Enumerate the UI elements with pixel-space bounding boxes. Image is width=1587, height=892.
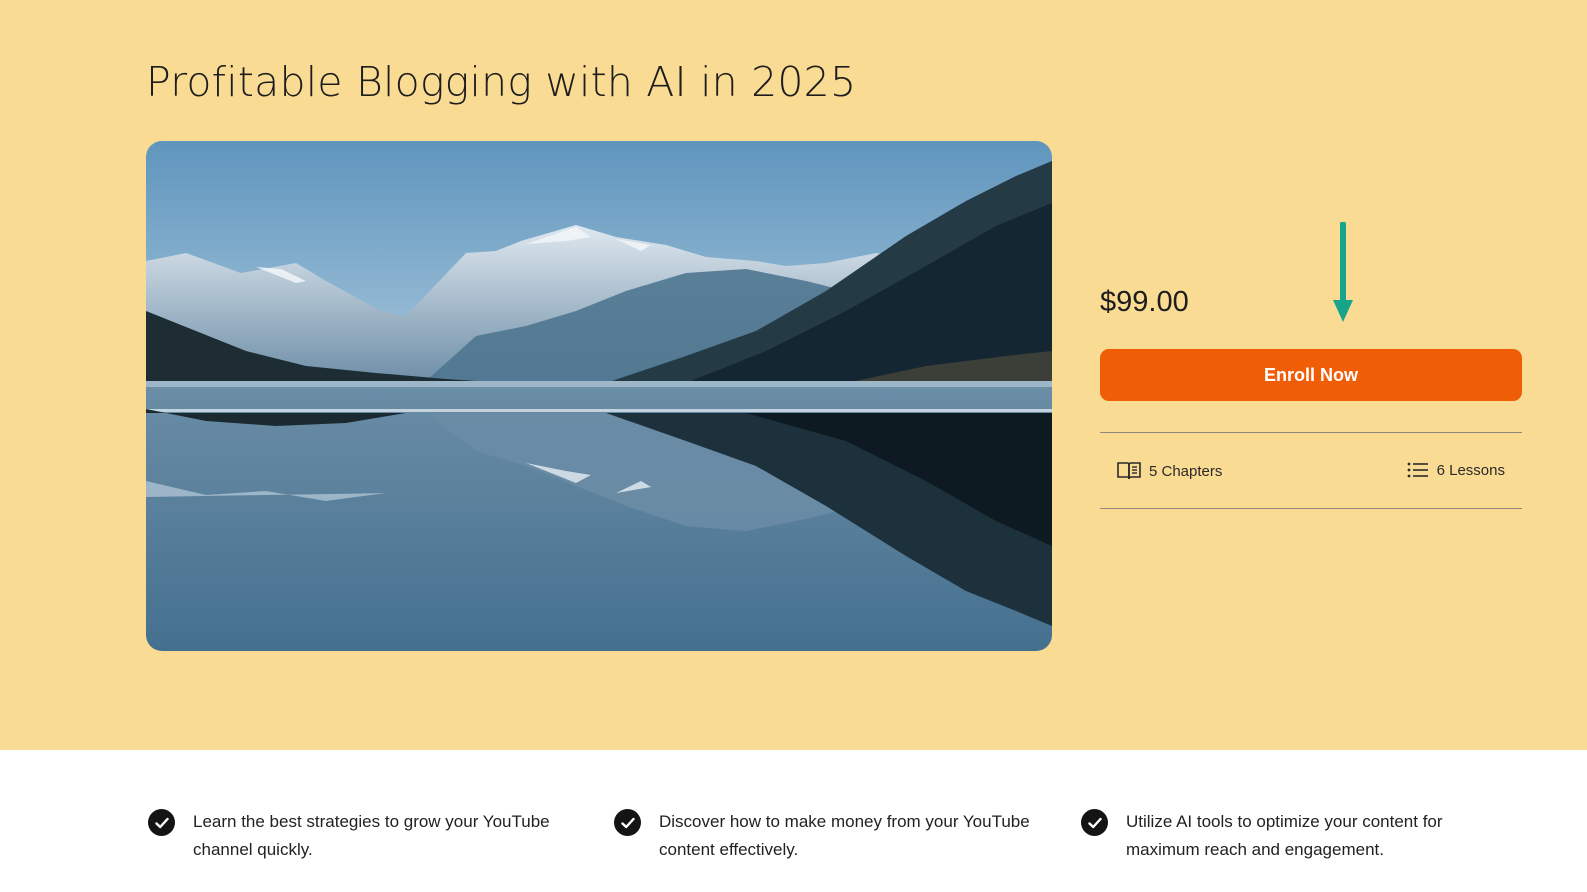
down-arrow-icon [1333, 222, 1353, 322]
course-cover-image [146, 141, 1052, 651]
check-circle-icon [1081, 809, 1108, 836]
course-price: $99.00 [1100, 286, 1189, 318]
enroll-now-button[interactable]: Enroll Now [1100, 349, 1522, 401]
benefit-text: Utilize AI tools to optimize your conten… [1126, 812, 1443, 859]
benefit-item: Discover how to make money from your You… [614, 808, 1044, 864]
benefit-item: Utilize AI tools to optimize your conten… [1081, 808, 1511, 864]
hero-section: Profitable Blogging with AI in 2025 $99.… [0, 0, 1587, 750]
chapters-label: 5 Chapters [1149, 462, 1223, 480]
check-circle-icon [148, 809, 175, 836]
benefit-text: Learn the best strategies to grow your Y… [193, 812, 550, 859]
open-book-icon [1117, 462, 1141, 480]
benefit-item: Learn the best strategies to grow your Y… [148, 808, 578, 864]
course-meta: 5 Chapters 6 Lessons [1100, 432, 1522, 509]
benefit-text: Discover how to make money from your You… [659, 812, 1030, 859]
check-circle-icon [614, 809, 641, 836]
chapters-count: 5 Chapters [1117, 461, 1222, 481]
course-title: Profitable Blogging with AI in 2025 [146, 58, 857, 106]
benefits-section: Learn the best strategies to grow your Y… [0, 750, 1587, 892]
lessons-count: 6 Lessons [1407, 461, 1505, 479]
lessons-label: 6 Lessons [1436, 461, 1505, 479]
list-icon [1407, 462, 1428, 478]
